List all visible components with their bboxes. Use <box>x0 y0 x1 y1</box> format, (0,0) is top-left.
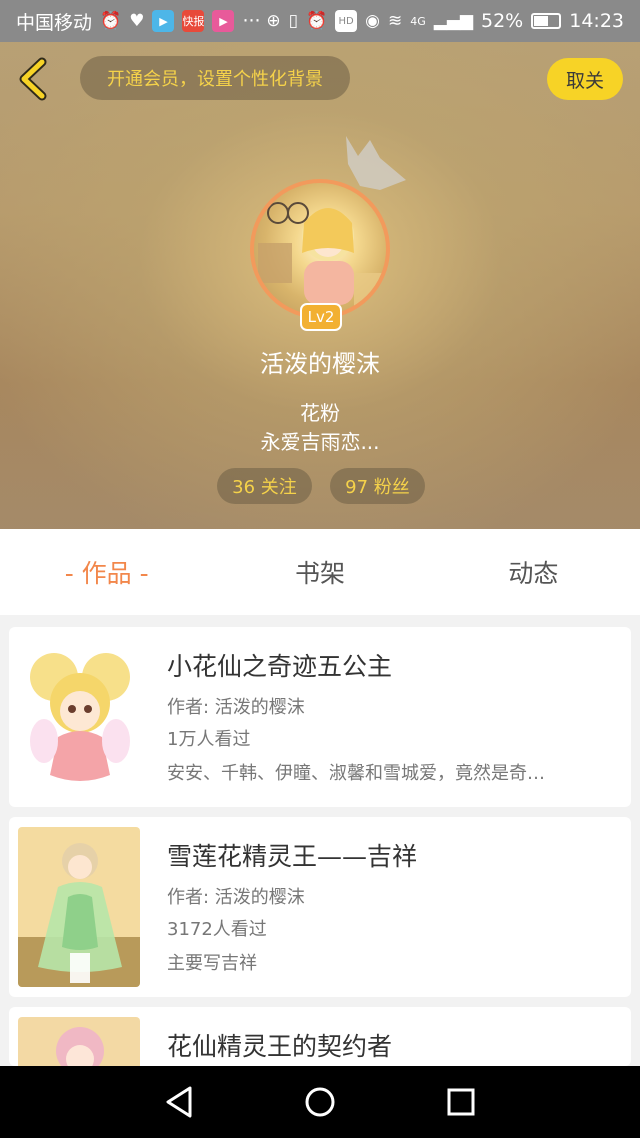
heart-rate-icon: ♥ <box>129 11 145 31</box>
system-navigation-bar <box>0 1066 640 1138</box>
tab-bookshelf[interactable]: 书架 <box>213 529 426 615</box>
username: 活泼的樱沫 <box>260 350 380 378</box>
vip-background-promo[interactable]: 开通会员，设置个性化背景 <box>80 56 350 100</box>
unfollow-button[interactable]: 取关 <box>547 58 623 100</box>
user-bio: 永爱吉雨恋... <box>260 430 380 454</box>
user-role: 花粉 <box>300 401 340 425</box>
vibrate-icon: ▯ <box>288 11 298 31</box>
signal-icon: ▂▄▆ <box>433 11 473 31</box>
video-app-icon: ▶ <box>212 10 235 32</box>
work-cover <box>18 827 140 987</box>
work-views: 3172人看过 <box>167 919 267 940</box>
tab-activity[interactable]: 动态 <box>427 529 640 615</box>
back-chevron-icon <box>19 57 47 101</box>
nav-back-icon[interactable] <box>164 1085 194 1119</box>
data-saver-icon: ⊕ <box>266 11 281 31</box>
play-app-icon: ▶ <box>152 10 175 32</box>
hd-icon: HD <box>335 10 358 32</box>
clock-time: 14:23 <box>569 10 624 32</box>
cover-illustration <box>18 637 140 797</box>
work-cover <box>18 637 140 797</box>
profile-header: 开通会员，设置个性化背景 取关 Lv2 活泼的樱沫 花粉 永爱吉雨恋... 36… <box>0 42 640 529</box>
work-card[interactable]: 小花仙之奇迹五公主 作者: 活泼的樱沫 1万人看过 安安、千韩、伊瞳、淑馨和雪城… <box>9 627 631 807</box>
work-cover <box>18 1017 140 1066</box>
carrier-text: 中国移动 <box>16 11 93 34</box>
network-type-label: 4G <box>410 14 426 28</box>
more-notifications-icon: ··· <box>242 10 261 32</box>
work-title: 雪莲花精灵王——吉祥 <box>167 842 418 871</box>
following-count-button[interactable]: 36 关注 <box>217 468 312 504</box>
wifi-icon: ≋ <box>387 11 403 31</box>
work-title: 小花仙之奇迹五公主 <box>167 652 393 681</box>
nav-recents-icon[interactable] <box>446 1087 476 1117</box>
work-author: 作者: 活泼的樱沫 <box>167 697 305 718</box>
work-author: 作者: 活泼的樱沫 <box>167 887 305 908</box>
work-description: 主要写吉祥 <box>167 953 257 974</box>
work-card[interactable]: 花仙精灵王的契约者 <box>9 1007 631 1066</box>
kuaibao-app-icon: 快报 <box>182 10 205 32</box>
eye-icon: ◉ <box>365 11 380 31</box>
status-bar: 中国移动 ⏰ ♥ ▶ 快报 ▶ ··· ⊕ ▯ ⏰ HD ◉ ≋ 4G ▂▄▆ … <box>0 0 640 42</box>
alarm-clock-icon: ⏰ <box>100 11 122 31</box>
battery-percent: 52% <box>481 10 524 32</box>
avatar-illustration <box>258 202 384 307</box>
fans-count-button[interactable]: 97 粉丝 <box>330 468 425 504</box>
avatar[interactable] <box>250 179 390 319</box>
cover-illustration <box>18 1017 140 1066</box>
back-button[interactable] <box>14 56 54 102</box>
work-title: 花仙精灵王的契约者 <box>167 1032 393 1061</box>
work-views: 1万人看过 <box>167 729 251 750</box>
cover-illustration <box>18 827 140 987</box>
work-description: 安安、千韩、伊瞳、淑馨和雪城爱，竟然是奇… <box>167 763 545 784</box>
level-badge: Lv2 <box>300 303 342 331</box>
work-card[interactable]: 雪莲花精灵王——吉祥 作者: 活泼的樱沫 3172人看过 主要写吉祥 <box>9 817 631 997</box>
alarm-icon: ⏰ <box>305 11 328 31</box>
battery-icon <box>531 13 562 29</box>
tab-works[interactable]: - 作品 - <box>0 529 213 615</box>
nav-home-icon[interactable] <box>303 1085 337 1119</box>
profile-tabs: - 作品 - 书架 动态 <box>0 529 640 615</box>
